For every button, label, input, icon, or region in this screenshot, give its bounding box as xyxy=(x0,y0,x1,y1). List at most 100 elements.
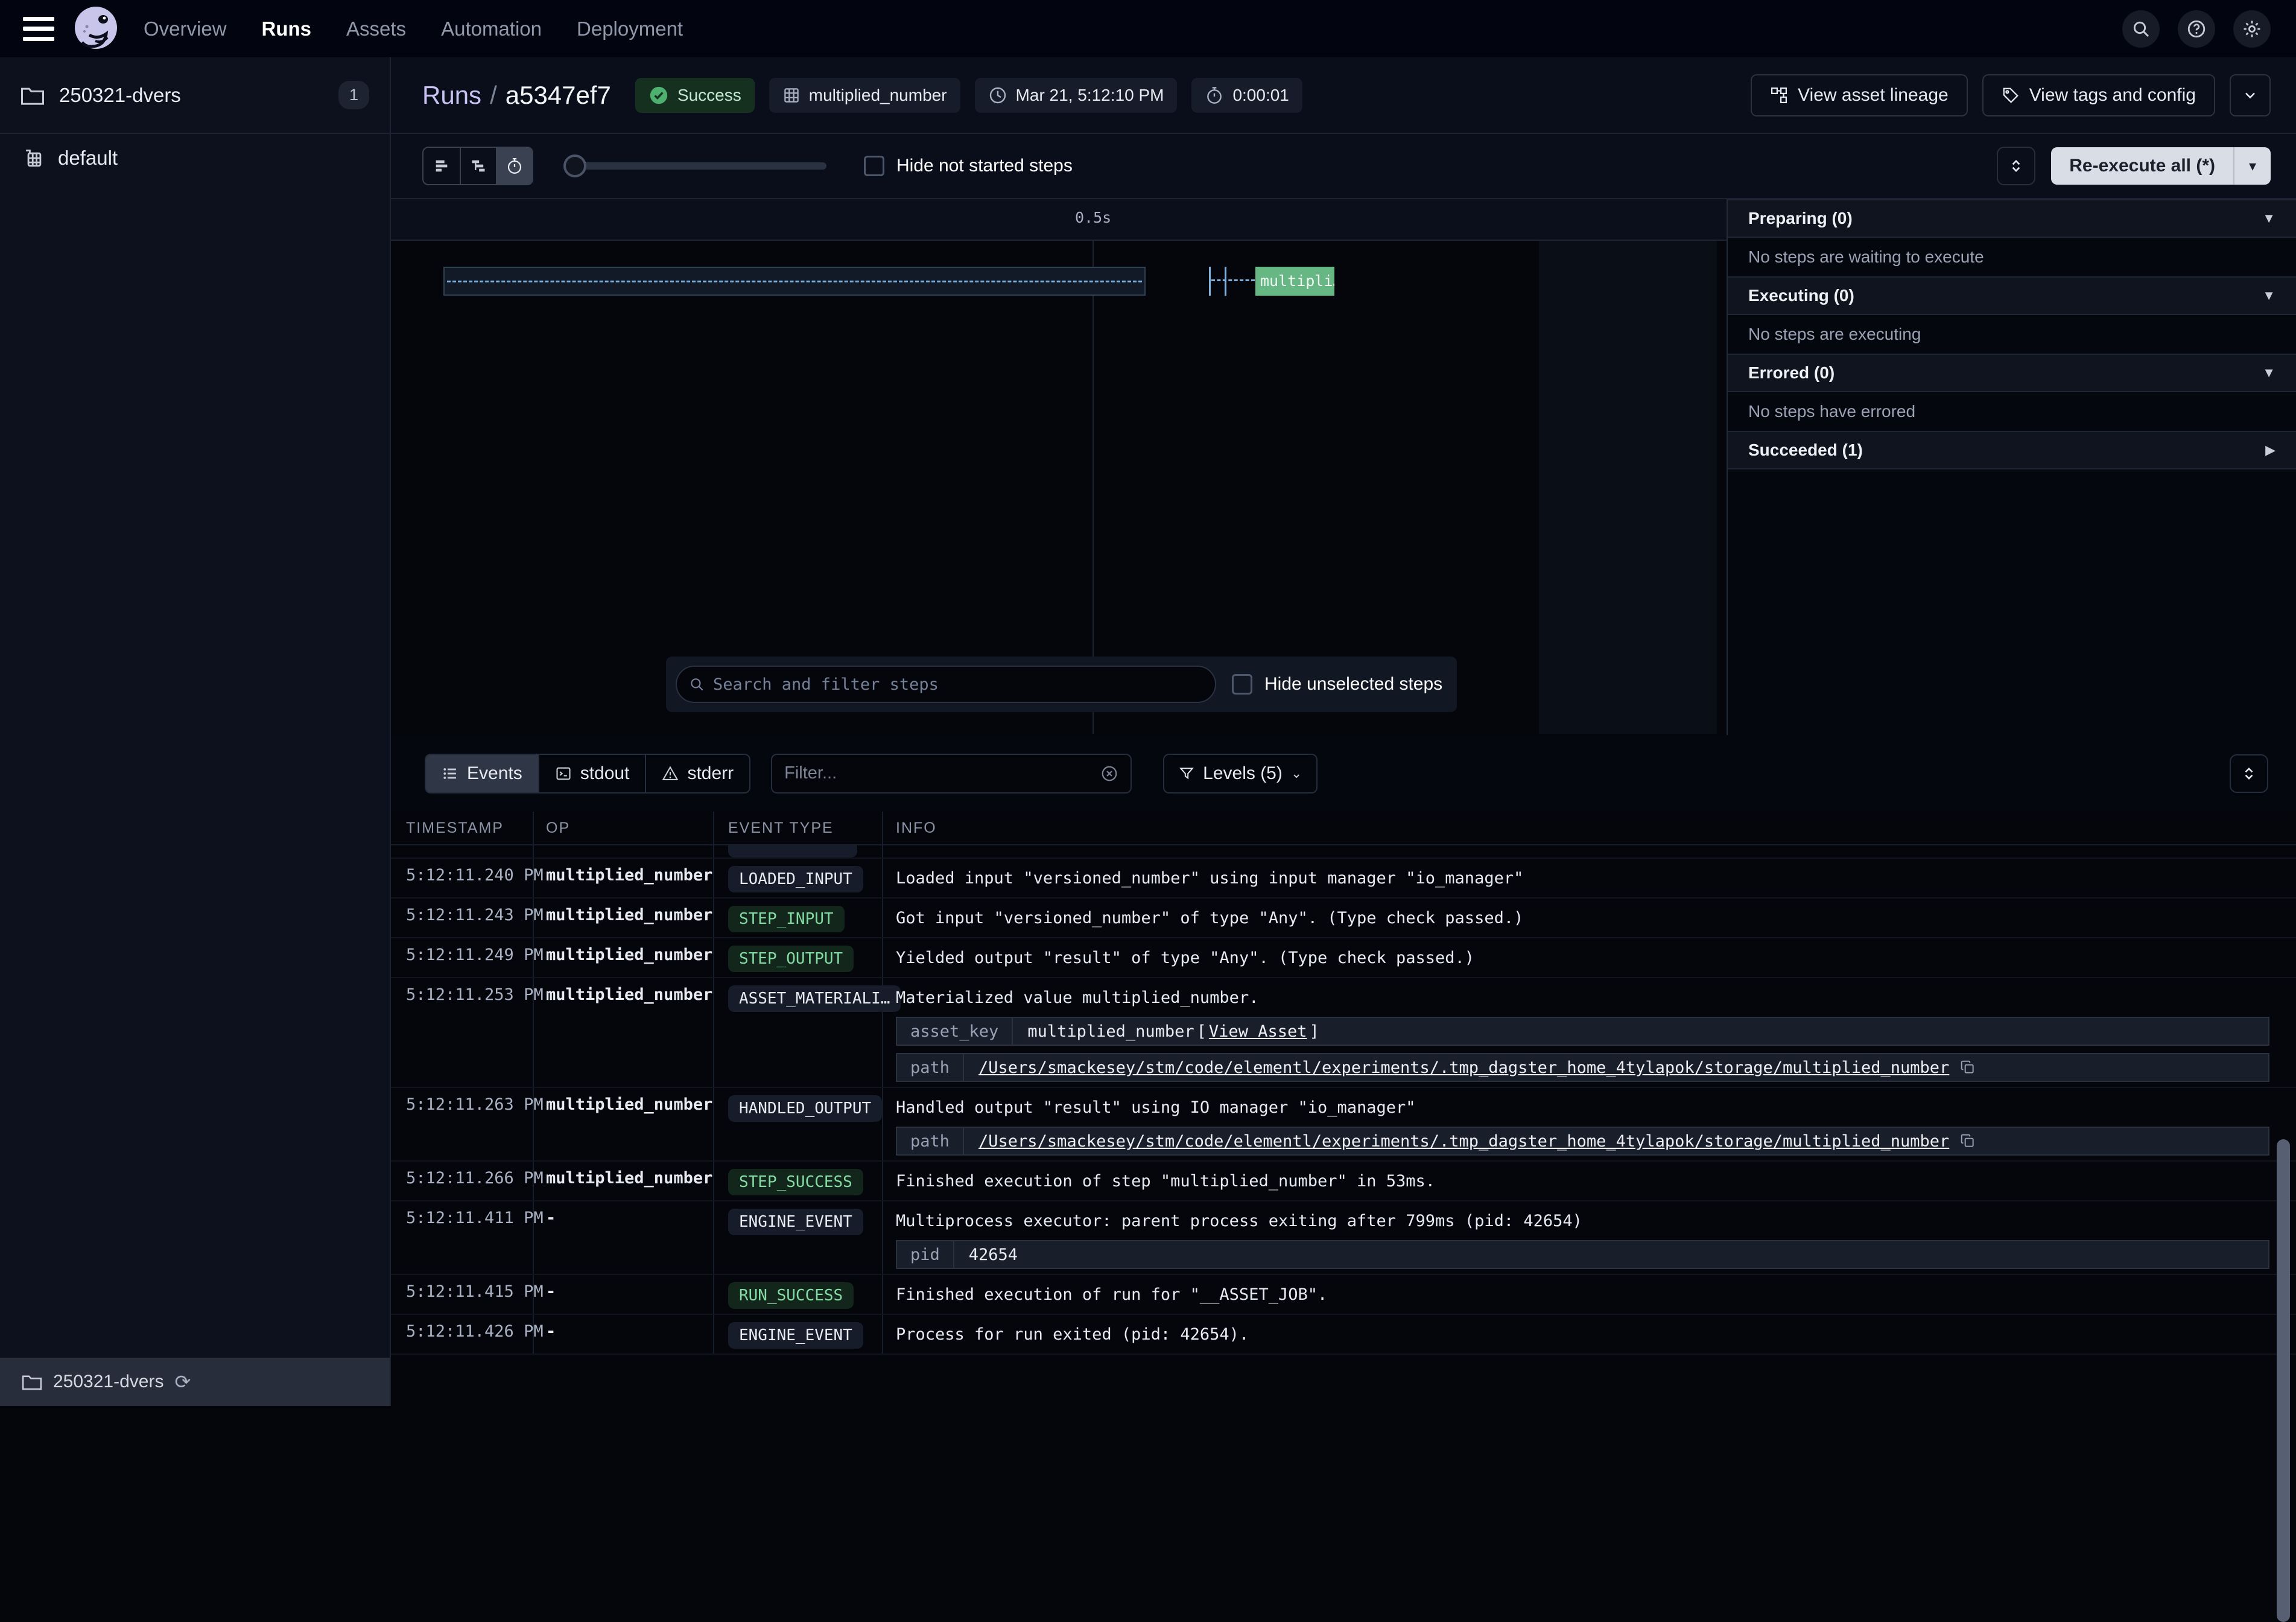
start-time-tag: Mar 21, 5:12:10 PM xyxy=(975,78,1178,113)
dagster-logo[interactable] xyxy=(71,4,122,54)
search-button[interactable] xyxy=(2122,10,2160,48)
view-tags-config-label: View tags and config xyxy=(2029,85,2196,106)
section-header-errored[interactable]: Errored (0)▼ xyxy=(1728,354,2296,392)
log-filter-input[interactable] xyxy=(784,763,1093,783)
tab-events[interactable]: Events xyxy=(426,755,538,792)
expand-logs-button[interactable] xyxy=(2230,754,2268,793)
nav-link-overview[interactable]: Overview xyxy=(144,17,227,40)
tab-stderr[interactable]: stderr xyxy=(645,755,749,792)
asset-tag-label: multiplied_number xyxy=(809,86,947,105)
hide-not-started-checkbox[interactable] xyxy=(864,156,884,176)
event-info: Finished execution of step "multiplied_n… xyxy=(883,1162,2296,1200)
gantt-dashed-segment xyxy=(1211,279,1255,281)
view-tags-config-button[interactable]: View tags and config xyxy=(1982,74,2215,116)
list-icon xyxy=(442,765,458,782)
search-icon xyxy=(2131,19,2151,39)
section-header-succeeded[interactable]: Succeeded (1)▶ xyxy=(1728,431,2296,469)
step-search-box[interactable] xyxy=(676,666,1216,703)
metadata-value: multiplied_number [View Asset] xyxy=(1013,1022,1333,1041)
event-timestamp: 5:12:11.240 PM xyxy=(391,859,534,897)
timed-view-button[interactable] xyxy=(496,148,532,184)
table-row[interactable]: 5:12:11.263 PMmultiplied_numberHANDLED_O… xyxy=(391,1088,2296,1162)
waterfall-view-button[interactable] xyxy=(460,148,496,184)
nav-link-automation[interactable]: Automation xyxy=(441,17,542,40)
gantt-unstarted-span[interactable] xyxy=(443,267,1146,296)
job-icon xyxy=(22,147,45,170)
event-op: multiplied_number xyxy=(534,1088,714,1160)
flat-view-icon xyxy=(433,157,450,174)
refresh-icon[interactable]: ⟳ xyxy=(174,1372,191,1391)
gantt-marker-tick xyxy=(1225,267,1226,296)
table-row[interactable]: 5:12:11.249 PMmultiplied_numberSTEP_OUTP… xyxy=(391,938,2296,978)
zoom-slider-track[interactable] xyxy=(563,162,826,170)
log-tabs: Events stdout stderr xyxy=(425,754,750,794)
copy-icon[interactable] xyxy=(1960,1133,1976,1149)
search-icon xyxy=(689,676,705,692)
sidebar-item-repository[interactable]: 250321-dvers 1 xyxy=(0,57,390,134)
event-info-text: Materialized value multiplied_number. xyxy=(896,988,2296,1008)
table-row[interactable]: 5:12:11.266 PMmultiplied_numberSTEP_SUCC… xyxy=(391,1162,2296,1201)
hide-unselected-checkbox[interactable] xyxy=(1232,674,1252,695)
table-row[interactable]: 5:12:11.243 PMmultiplied_numberSTEP_INPU… xyxy=(391,898,2296,938)
section-header-executing[interactable]: Executing (0)▼ xyxy=(1728,276,2296,315)
gantt-body[interactable]: multipli… Hide unselected steps xyxy=(391,241,1727,734)
nav-link-runs[interactable]: Runs xyxy=(262,17,312,40)
run-tags: Success multiplied_number Mar 21, 5:12:1… xyxy=(635,78,1302,113)
event-info-text: Yielded output "result" of type "Any". (… xyxy=(896,948,2296,968)
table-row[interactable]: 5:12:11.415 PM-RUN_SUCCESSFinished execu… xyxy=(391,1275,2296,1315)
log-filter-box[interactable] xyxy=(771,754,1132,794)
run-more-actions-button[interactable] xyxy=(2230,74,2271,116)
chevron-down-icon xyxy=(2242,87,2259,104)
hide-unselected-label: Hide unselected steps xyxy=(1264,674,1442,695)
breadcrumb-runs-link[interactable]: Runs xyxy=(422,81,481,110)
view-asset-link[interactable]: View Asset xyxy=(1209,1022,1307,1041)
nav-link-assets[interactable]: Assets xyxy=(346,17,406,40)
flat-view-button[interactable] xyxy=(423,148,460,184)
table-row-partial[interactable] xyxy=(391,845,2296,859)
folder-icon xyxy=(22,1373,42,1391)
section-title: Executing (0) xyxy=(1748,286,1854,305)
event-op: multiplied_number xyxy=(534,978,714,1087)
zoom-slider[interactable] xyxy=(563,147,826,185)
expand-panel-button[interactable] xyxy=(1997,147,2035,185)
nav-link-deployment[interactable]: Deployment xyxy=(577,17,683,40)
table-row[interactable]: 5:12:11.253 PMmultiplied_numberASSET_MAT… xyxy=(391,978,2296,1088)
asset-tag[interactable]: multiplied_number xyxy=(769,78,960,113)
step-search-input[interactable] xyxy=(713,675,1203,694)
table-row[interactable]: 5:12:11.426 PM-ENGINE_EVENTProcess for r… xyxy=(391,1315,2296,1355)
hamburger-menu-icon[interactable] xyxy=(23,17,54,41)
path-link[interactable]: /Users/smackesey/stm/code/elementl/exper… xyxy=(978,1132,1949,1151)
view-asset-lineage-button[interactable]: View asset lineage xyxy=(1751,74,1968,116)
section-header-preparing[interactable]: Preparing (0)▼ xyxy=(1728,199,2296,238)
copy-icon[interactable] xyxy=(1960,1060,1976,1075)
clear-filter-icon[interactable] xyxy=(1100,765,1118,783)
settings-button[interactable] xyxy=(2233,10,2271,48)
tab-events-label: Events xyxy=(467,763,522,784)
reexecute-dropdown-button[interactable]: ▾ xyxy=(2233,147,2271,185)
event-info: Materialized value multiplied_number.ass… xyxy=(883,978,2296,1087)
levels-filter-button[interactable]: Levels (5) ⌄ xyxy=(1163,754,1318,794)
hide-not-started-label: Hide not started steps xyxy=(896,156,1073,176)
lineage-icon xyxy=(1770,86,1788,104)
event-timestamp: 5:12:11.243 PM xyxy=(391,898,534,937)
table-row[interactable]: 5:12:11.240 PMmultiplied_numberLOADED_IN… xyxy=(391,859,2296,898)
event-rows: 5:12:11.240 PMmultiplied_numberLOADED_IN… xyxy=(391,845,2296,1355)
zoom-slider-knob[interactable] xyxy=(563,154,586,177)
path-link[interactable]: /Users/smackesey/stm/code/elementl/exper… xyxy=(978,1058,1949,1077)
reexecute-all-button[interactable]: Re-execute all (*) ▾ xyxy=(2051,147,2271,185)
events-scrollbar[interactable] xyxy=(2277,1139,2290,1622)
event-type-badge: RUN_SUCCESS xyxy=(728,1282,854,1309)
gantt-timeline-header: 0.5s xyxy=(391,199,1727,241)
event-op: multiplied_number xyxy=(534,1162,714,1200)
col-info: INFO xyxy=(883,812,2296,844)
gantt-step-bar[interactable]: multipli… xyxy=(1255,267,1334,296)
help-button[interactable] xyxy=(2178,10,2215,48)
section-title: Succeeded (1) xyxy=(1748,440,1863,460)
event-op: - xyxy=(534,1315,714,1353)
table-row[interactable]: 5:12:11.411 PM-ENGINE_EVENTMultiprocess … xyxy=(391,1201,2296,1275)
duration-tag: 0:00:01 xyxy=(1191,78,1302,113)
tab-stdout[interactable]: stdout xyxy=(538,755,645,792)
sidebar-item-default-job[interactable]: default xyxy=(0,134,390,182)
event-type-badge xyxy=(728,845,857,857)
hide-unselected-row: Hide unselected steps xyxy=(1232,674,1442,695)
